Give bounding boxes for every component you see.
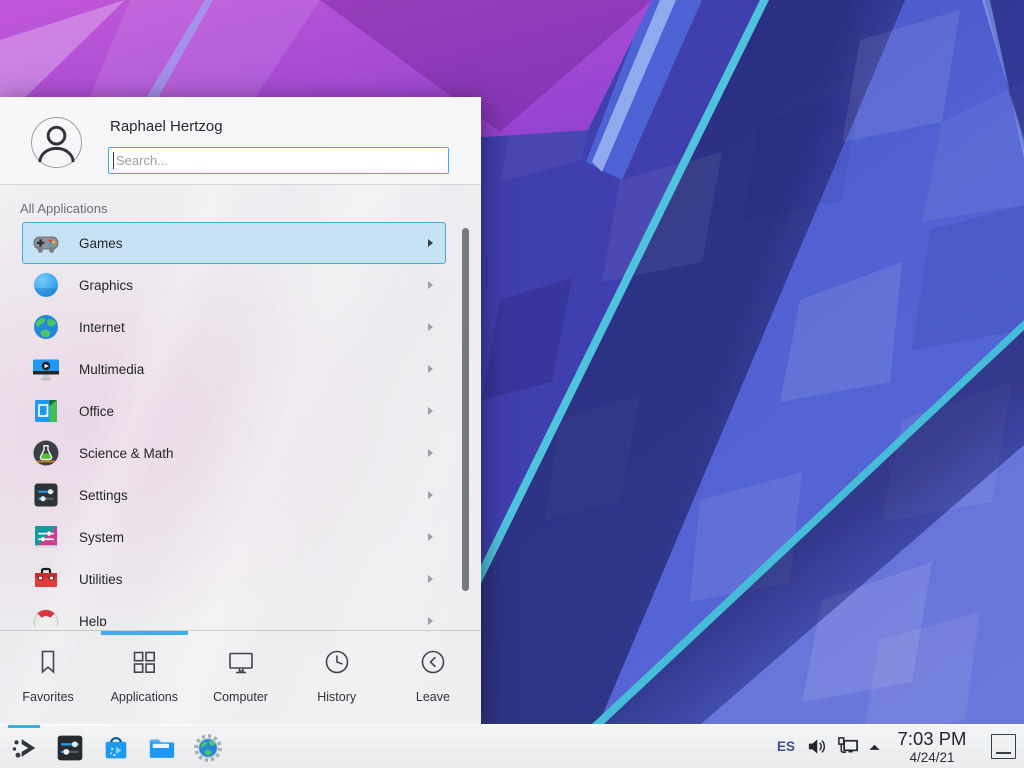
- category-label: Multimedia: [79, 362, 428, 377]
- section-label: All Applications: [20, 201, 107, 216]
- leave-icon: [418, 647, 448, 682]
- tab-computer[interactable]: Computer: [192, 631, 288, 724]
- computer-icon: [226, 647, 256, 682]
- submenu-arrow-icon: [428, 239, 433, 247]
- submenu-arrow-icon: [428, 575, 433, 583]
- favorites-icon: [33, 647, 63, 682]
- digital-clock[interactable]: 7:03 PM 4/24/21: [888, 728, 976, 766]
- dolphin-icon: [147, 733, 177, 763]
- science-math-icon: [32, 439, 60, 467]
- tab-label: History: [317, 690, 356, 704]
- taskbar: ES 7:03 PM 4/24/21: [0, 724, 1024, 768]
- expand-up-icon: [867, 740, 882, 755]
- clock-time: 7:03 PM: [888, 728, 976, 749]
- category-label: Science & Math: [79, 446, 428, 461]
- tab-label: Applications: [111, 690, 178, 704]
- category-list: Games Graphics Internet Multimedia Office Sci…: [0, 222, 481, 626]
- category-item-office[interactable]: Office: [22, 390, 446, 432]
- clock-date: 4/24/21: [888, 749, 976, 766]
- network-icon: [836, 735, 859, 758]
- category-item-utilities[interactable]: Utilities: [22, 558, 446, 600]
- tab-label: Leave: [416, 690, 450, 704]
- network-button[interactable]: [836, 735, 859, 758]
- internet-icon: [32, 313, 60, 341]
- category-item-graphics[interactable]: Graphics: [22, 264, 446, 306]
- submenu-arrow-icon: [428, 491, 433, 499]
- submenu-arrow-icon: [428, 449, 433, 457]
- category-label: Graphics: [79, 278, 428, 293]
- tab-favorites[interactable]: Favorites: [0, 631, 96, 724]
- category-label: System: [79, 530, 428, 545]
- user-avatar[interactable]: [31, 117, 82, 168]
- category-item-settings[interactable]: Settings: [22, 474, 446, 516]
- graphics-icon: [32, 271, 60, 299]
- category-label: Utilities: [79, 572, 428, 587]
- keyboard-layout-indicator[interactable]: ES: [777, 739, 795, 754]
- category-label: Help: [79, 614, 428, 627]
- category-item-science-math[interactable]: Science & Math: [22, 432, 446, 474]
- tab-leave[interactable]: Leave: [385, 631, 481, 724]
- submenu-arrow-icon: [428, 533, 433, 541]
- office-icon: [32, 397, 60, 425]
- category-label: Internet: [79, 320, 428, 335]
- volume-icon: [806, 736, 827, 757]
- submenu-arrow-icon: [428, 323, 433, 331]
- scrollbar-handle[interactable]: [462, 228, 469, 591]
- web-browser-button[interactable]: [190, 730, 226, 766]
- user-name: Raphael Hertzog: [110, 118, 223, 135]
- tab-bar: Favorites Applications Computer History Leav…: [0, 631, 481, 724]
- category-item-games[interactable]: Games: [22, 222, 446, 264]
- category-item-help[interactable]: Help: [22, 600, 446, 626]
- browser-icon: [193, 733, 223, 763]
- submenu-arrow-icon: [428, 407, 433, 415]
- system-settings-icon: [55, 733, 85, 763]
- active-tab-indicator: [101, 631, 188, 635]
- submenu-arrow-icon: [428, 281, 433, 289]
- application-launcher-button[interactable]: [6, 730, 42, 766]
- expand-tray-button[interactable]: [867, 740, 882, 755]
- history-icon: [322, 647, 352, 682]
- category-label: Settings: [79, 488, 428, 503]
- games-icon: [32, 229, 60, 257]
- help-icon: [32, 607, 60, 626]
- text-cursor: [113, 152, 114, 169]
- submenu-arrow-icon: [428, 617, 433, 625]
- system-settings-button[interactable]: [52, 730, 88, 766]
- application-launcher-popup: Raphael Hertzog All Applications Games Gr…: [0, 97, 481, 724]
- settings-icon: [32, 481, 60, 509]
- category-item-internet[interactable]: Internet: [22, 306, 446, 348]
- show-desktop-button[interactable]: [991, 734, 1016, 759]
- volume-button[interactable]: [806, 736, 827, 757]
- category-label: Games: [79, 236, 428, 251]
- tab-history[interactable]: History: [289, 631, 385, 724]
- discover-button[interactable]: [98, 730, 134, 766]
- applications-icon: [129, 647, 159, 682]
- search-input[interactable]: [108, 147, 449, 174]
- launcher-header: Raphael Hertzog: [0, 97, 481, 185]
- file-manager-button[interactable]: [144, 730, 180, 766]
- kde-launcher-icon: [9, 733, 39, 763]
- category-label: Office: [79, 404, 428, 419]
- utilities-icon: [32, 565, 60, 593]
- tab-label: Favorites: [22, 690, 73, 704]
- launcher-footer: Favorites Applications Computer History Leav…: [0, 630, 481, 724]
- multimedia-icon: [32, 355, 60, 383]
- active-task-indicator: [8, 725, 40, 728]
- discover-icon: [101, 733, 131, 763]
- system-icon: [32, 523, 60, 551]
- tab-applications[interactable]: Applications: [96, 631, 192, 724]
- tab-label: Computer: [213, 690, 268, 704]
- submenu-arrow-icon: [428, 365, 433, 373]
- category-item-multimedia[interactable]: Multimedia: [22, 348, 446, 390]
- category-item-system[interactable]: System: [22, 516, 446, 558]
